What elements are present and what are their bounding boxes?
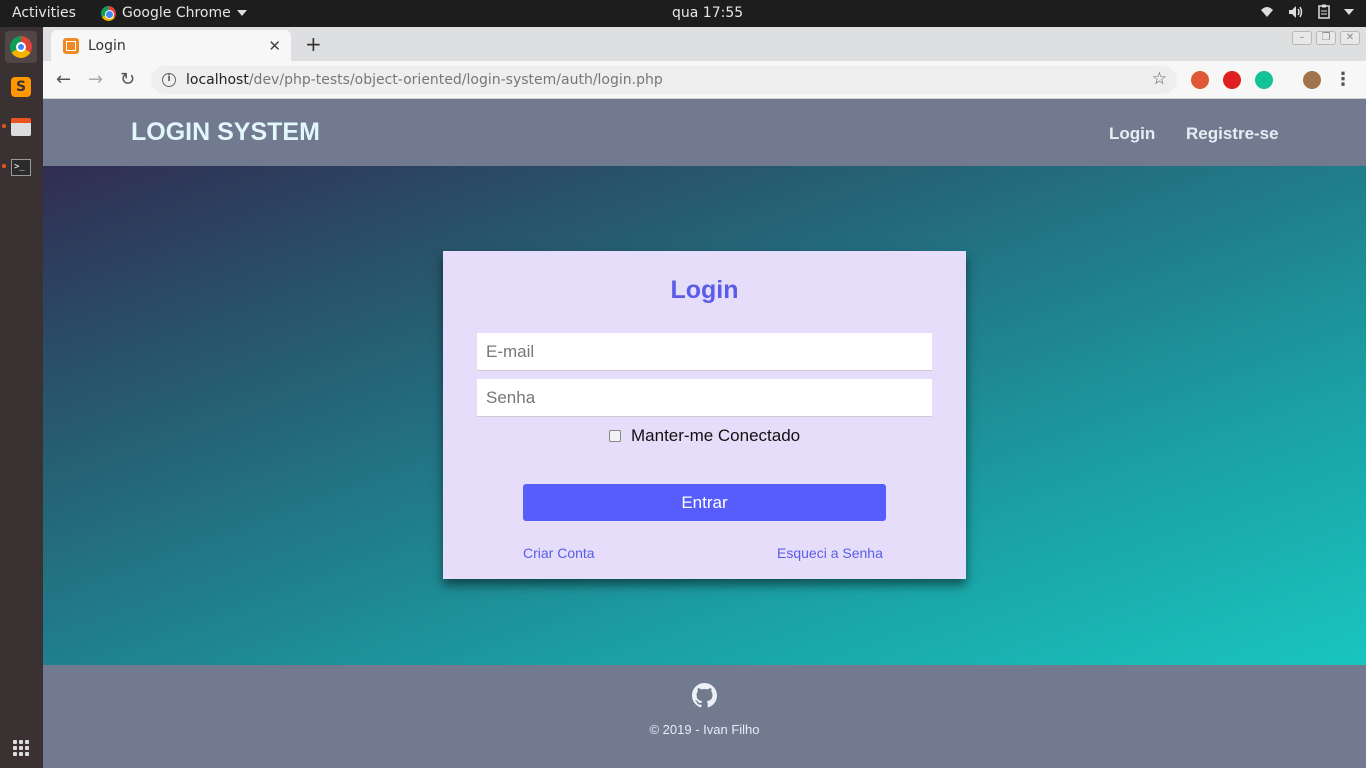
sublime-text-icon: S [11, 77, 31, 97]
duckduckgo-extension-icon[interactable] [1191, 71, 1209, 89]
forgot-password-link[interactable]: Esqueci a Senha [777, 545, 883, 561]
url-path: /dev/php-tests/object-oriented/login-sys… [248, 72, 663, 88]
nav-login-link[interactable]: Login [1109, 124, 1155, 144]
password-field[interactable] [477, 379, 932, 417]
grammarly-extension-icon[interactable] [1255, 71, 1273, 89]
github-icon[interactable] [692, 683, 717, 708]
email-field[interactable] [477, 333, 932, 371]
chevron-down-icon [236, 10, 247, 16]
url-host: localhost [186, 72, 249, 88]
restore-button[interactable]: ❐ [1316, 31, 1336, 45]
profile-avatar[interactable] [1303, 71, 1321, 89]
dock: S >_ [0, 27, 43, 768]
login-card: Login Manter-me Conectado Entrar Criar C… [443, 251, 966, 579]
browser-toolbar: ← → ↻ i localhost/dev/php-tests/object-o… [43, 61, 1366, 99]
system-top-bar: Activities Google Chrome qua 17:55 [0, 0, 1366, 27]
app-menu-label: Google Chrome [122, 5, 231, 21]
login-title: Login [670, 276, 739, 304]
login-submit-button[interactable]: Entrar [523, 484, 886, 521]
info-icon[interactable]: i [162, 73, 176, 87]
new-tab-button[interactable]: + [305, 32, 322, 56]
dock-chrome[interactable] [5, 31, 37, 63]
copyright-text: © 2019 - Ivan Filho [649, 722, 760, 737]
volume-icon [1289, 5, 1303, 18]
wifi-icon [1261, 6, 1273, 17]
window-controls: – ❐ ✕ [1292, 31, 1360, 45]
chrome-icon [101, 5, 116, 21]
dock-files[interactable] [5, 111, 37, 143]
site-brand[interactable]: LOGIN SYSTEM [131, 118, 320, 147]
dock-sublime-text[interactable]: S [5, 71, 37, 103]
tab-title: Login [88, 37, 126, 54]
system-tray[interactable] [1260, 4, 1354, 19]
minimize-button[interactable]: – [1292, 31, 1312, 45]
back-button[interactable]: ← [56, 69, 71, 90]
remember-me[interactable]: Manter-me Conectado [609, 426, 800, 446]
app-menu[interactable]: Google Chrome [101, 5, 247, 21]
battery-clipboard-icon [1318, 4, 1330, 19]
close-tab-icon[interactable]: ✕ [268, 37, 281, 55]
chrome-menu-icon[interactable]: ⋮ [1334, 69, 1352, 90]
files-icon [11, 118, 31, 136]
web-page: LOGIN SYSTEM Login Registre-se Login Man… [43, 99, 1366, 768]
address-bar[interactable]: i localhost/dev/php-tests/object-oriente… [151, 66, 1177, 94]
nav-register-link[interactable]: Registre-se [1186, 124, 1279, 144]
clock[interactable]: qua 17:55 [672, 5, 743, 21]
hero-section: Login Manter-me Conectado Entrar Criar C… [43, 166, 1366, 665]
system-menu-chevron-icon [1344, 8, 1354, 15]
chrome-window: Login ✕ + – ❐ ✕ ← → ↻ i localhost/dev/ph… [43, 27, 1366, 768]
chrome-icon [10, 36, 32, 58]
xampp-favicon-icon [63, 37, 79, 54]
adblock-extension-icon[interactable] [1223, 71, 1241, 89]
site-header: LOGIN SYSTEM Login Registre-se [43, 99, 1366, 166]
dock-terminal[interactable]: >_ [5, 151, 37, 183]
create-account-link[interactable]: Criar Conta [523, 545, 595, 561]
bookmark-star-icon[interactable]: ☆ [1152, 69, 1167, 89]
remember-me-checkbox[interactable] [609, 430, 621, 442]
forward-button[interactable]: → [88, 69, 103, 90]
tab-strip: Login ✕ + – ❐ ✕ [43, 27, 1366, 61]
reload-button[interactable]: ↻ [120, 69, 135, 90]
close-window-button[interactable]: ✕ [1340, 31, 1360, 45]
tab-login[interactable]: Login ✕ [51, 30, 291, 61]
terminal-icon: >_ [11, 158, 31, 176]
show-applications-icon[interactable] [13, 740, 29, 756]
remember-me-label: Manter-me Conectado [631, 426, 801, 445]
site-footer: © 2019 - Ivan Filho [43, 665, 1366, 768]
activities-button[interactable]: Activities [12, 5, 76, 21]
